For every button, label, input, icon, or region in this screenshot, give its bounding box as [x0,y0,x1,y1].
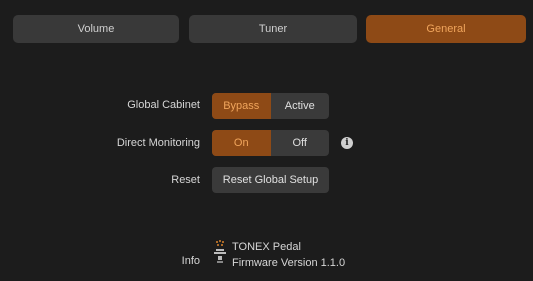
global-cabinet-bypass-button[interactable]: Bypass [212,93,271,119]
tab-volume[interactable]: Volume [13,15,179,43]
tab-tuner[interactable]: Tuner [189,15,357,43]
settings-panel: Volume Tuner General Global Cabinet Bypa… [0,0,533,281]
firmware-version: Firmware Version 1.1.0 [232,257,346,269]
reset-label: Reset [171,174,200,186]
tab-bar: Volume Tuner General [13,15,526,43]
pedal-icon [214,240,226,263]
info-icon[interactable]: i [341,137,353,149]
direct-monitoring-toggle: On Off [212,130,329,156]
device-name: TONEX Pedal [232,241,301,253]
direct-monitoring-label: Direct Monitoring [116,137,200,149]
info-label: Info [181,255,200,267]
global-cabinet-toggle: Bypass Active [212,93,329,119]
tab-general[interactable]: General [366,15,526,43]
direct-monitoring-off-button[interactable]: Off [271,130,330,156]
reset-global-setup-button[interactable]: Reset Global Setup [212,167,329,193]
global-cabinet-label: Global Cabinet [127,99,200,111]
direct-monitoring-on-button[interactable]: On [212,130,271,156]
global-cabinet-active-button[interactable]: Active [271,93,330,119]
